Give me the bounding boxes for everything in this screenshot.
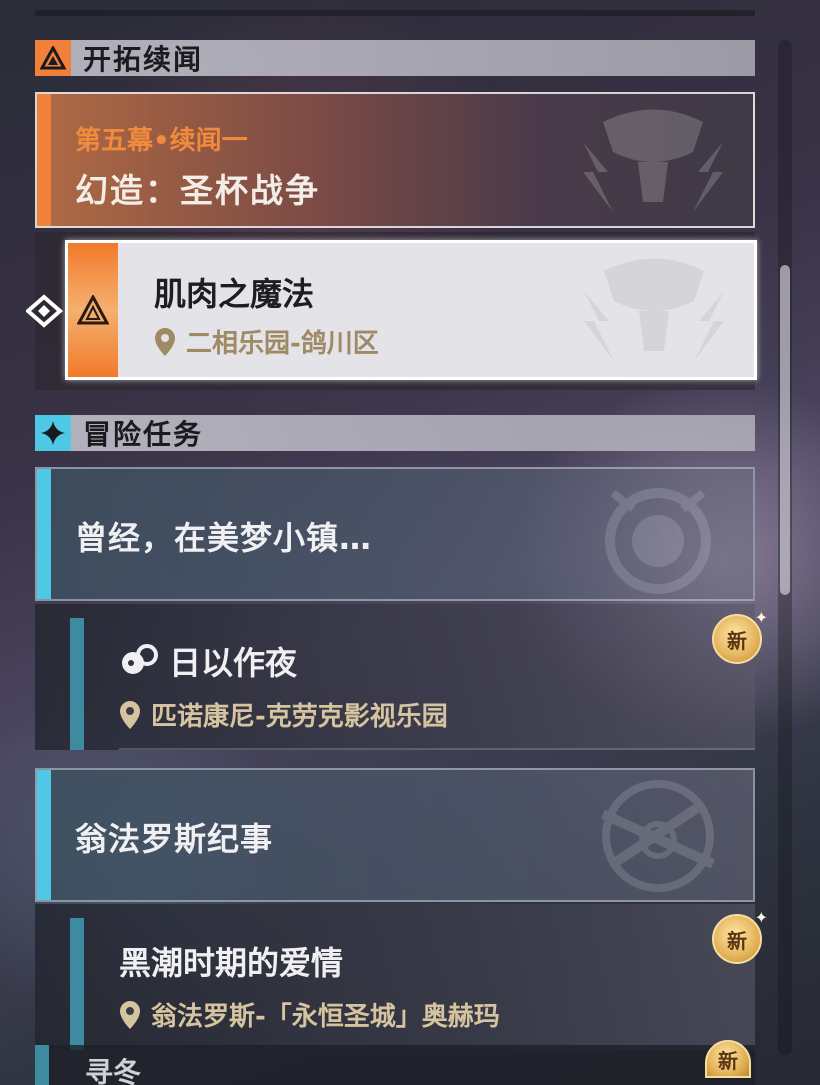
quest-type-strip <box>68 243 118 377</box>
quest-name: 寻冬 <box>85 1056 142 1085</box>
new-badge: 新 ✦ <box>712 608 768 664</box>
quest-name: 日以作夜 <box>119 638 297 684</box>
chapter-accent <box>37 94 51 226</box>
new-badge: 新 <box>705 1040 751 1078</box>
four-point-star-icon <box>35 415 71 451</box>
map-pin-icon <box>120 1000 140 1029</box>
quest-location: 匹诺康尼-克劳克影视乐园 <box>119 696 448 733</box>
quest-accent <box>70 618 84 750</box>
quest-divider <box>119 748 755 750</box>
category-dreamville[interactable]: 曾经，在美梦小镇… <box>35 467 755 601</box>
quest-location: 翁法罗斯-「永恒圣城」奥赫玛 <box>119 996 500 1033</box>
category-label: 翁法罗斯纪事 <box>75 820 274 858</box>
quest-location-text: 二相乐园-鸽川区 <box>186 329 379 359</box>
sparkle-icon: ✦ <box>754 608 768 627</box>
new-badge-text: 新 <box>718 1048 738 1073</box>
chapter-title: 幻造：圣杯战争 <box>75 171 320 210</box>
chapter-card[interactable]: 第五幕•续闻一 幻造：圣杯战争 <box>35 92 755 228</box>
quest-accent <box>70 918 84 1050</box>
section-header-adventure: 冒险任务 <box>35 415 755 451</box>
grail-emblem-icon <box>583 109 723 212</box>
new-badge: 新 ✦ <box>712 908 768 964</box>
quest-name: 黑潮时期的爱情 <box>119 944 344 982</box>
triangle-emblem-icon <box>77 295 109 325</box>
quest-item[interactable]: 黑潮时期的爱情 翁法罗斯-「永恒圣城」奥赫玛 <box>35 904 755 1050</box>
selection-arrow-icon <box>26 294 64 328</box>
new-badge-text: 新 <box>727 928 747 953</box>
new-badge-text: 新 <box>727 628 747 653</box>
quest-location-text: 翁法罗斯-「永恒圣城」奥赫玛 <box>151 1002 500 1032</box>
quest-item[interactable]: 日以作夜 匹诺康尼-克劳克影视乐园 <box>35 604 755 750</box>
category-amphoreus[interactable]: 翁法罗斯纪事 <box>35 768 755 902</box>
top-divider <box>35 10 755 16</box>
quest-location-text: 匹诺康尼-克劳克影视乐园 <box>151 702 448 732</box>
companion-quest-icon <box>122 644 158 674</box>
quest-item-selected[interactable]: 肌肉之魔法 二相乐园-鸽川区 <box>65 240 757 380</box>
section-header-trailblaze: 开拓续闻 <box>35 40 755 76</box>
section-title: 冒险任务 <box>83 418 204 451</box>
quest-name: 肌肉之魔法 <box>154 275 315 313</box>
map-pin-icon <box>120 700 140 729</box>
sparkle-icon: ✦ <box>754 908 768 927</box>
quest-location: 二相乐园-鸽川区 <box>154 323 379 360</box>
scrollbar-thumb[interactable] <box>780 265 790 595</box>
quest-item-partial[interactable]: 寻冬 <box>35 1045 755 1085</box>
amphoreus-emblem-icon <box>600 780 716 892</box>
category-accent <box>37 770 51 900</box>
grail-emblem-icon <box>584 258 724 361</box>
quest-accent <box>35 1045 49 1085</box>
category-accent <box>37 469 51 599</box>
quest-name-text: 日以作夜 <box>169 644 298 682</box>
dreamville-emblem-icon <box>605 488 711 594</box>
map-pin-icon <box>155 327 175 356</box>
triangle-emblem-icon <box>35 40 71 76</box>
chapter-subtitle: 第五幕•续闻一 <box>75 126 248 156</box>
category-label: 曾经，在美梦小镇… <box>75 519 373 557</box>
section-title: 开拓续闻 <box>83 43 204 76</box>
